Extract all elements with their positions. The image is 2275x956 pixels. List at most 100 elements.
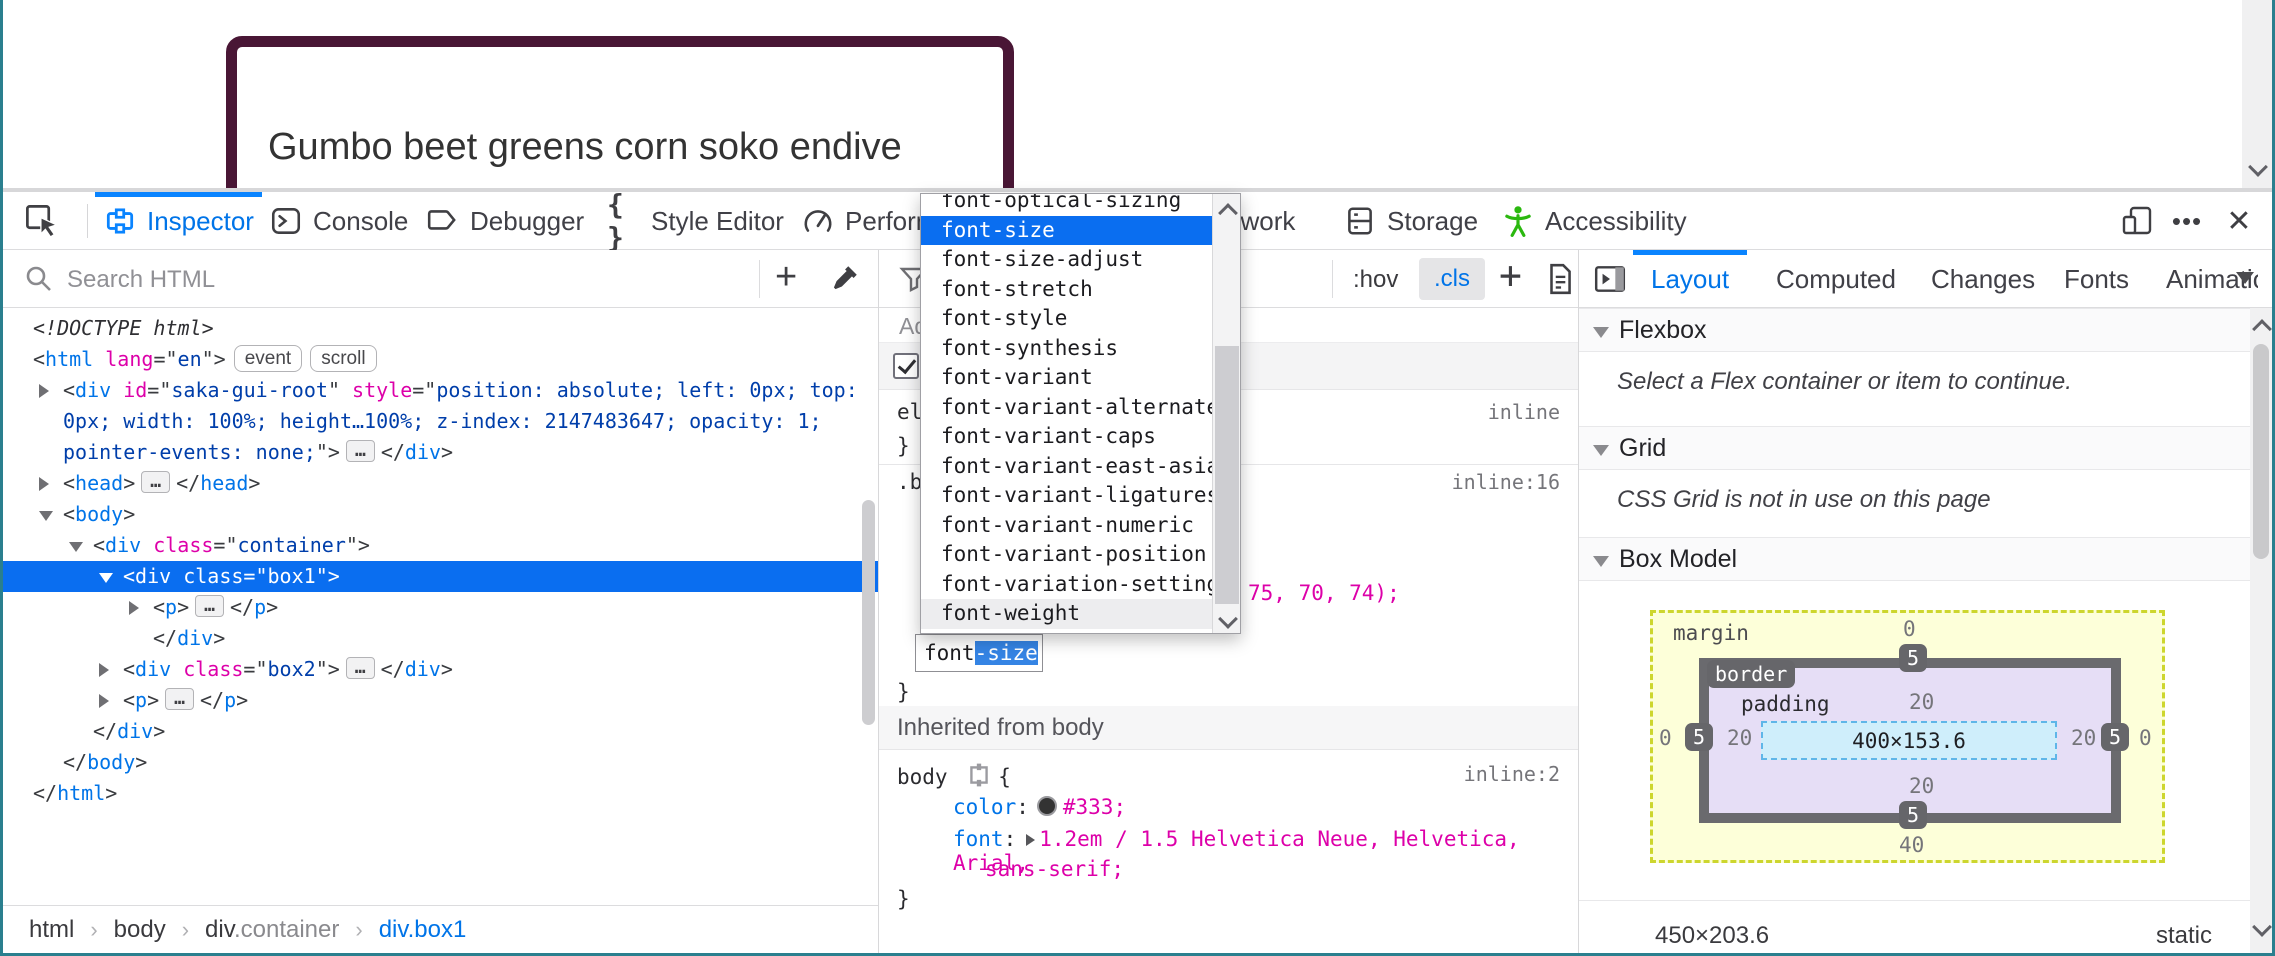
margin-left-value[interactable]: 0 [1659, 726, 1672, 750]
markup-row[interactable]: <!DOCTYPE html> [3, 313, 878, 344]
expand-arrow-icon[interactable] [39, 477, 49, 491]
tab-console[interactable]: Console [261, 192, 416, 250]
markup-row[interactable]: <html lang="en">eventscroll [3, 344, 878, 375]
autocomplete-item[interactable]: font-variant-numeric [921, 511, 1212, 541]
color-swatch[interactable] [1037, 796, 1057, 816]
markup-row[interactable]: <body> [3, 499, 878, 530]
autocomplete-item[interactable]: font-size [921, 216, 1212, 246]
tab-inspector[interactable]: Inspector [95, 192, 262, 250]
scroll-up-icon[interactable] [2252, 319, 2272, 339]
markup-row[interactable]: </html> [3, 778, 878, 809]
breadcrumb-item-body[interactable]: body [114, 916, 166, 944]
dom-badge-scroll[interactable]: scroll [310, 345, 376, 372]
box-model-content-region[interactable]: 400×153.6 [1761, 721, 2057, 760]
border-left-value[interactable]: 5 [1685, 723, 1713, 751]
breadcrumb-item-html[interactable]: html [29, 916, 74, 944]
inline-expander-button[interactable]: … [346, 657, 375, 679]
tab-changes[interactable]: Changes [1925, 250, 2041, 308]
autocomplete-item[interactable]: font-style [921, 304, 1212, 334]
select-element-icon[interactable] [966, 762, 992, 788]
add-node-button[interactable]: + [775, 258, 797, 296]
class-panel-button[interactable]: .cls [1419, 258, 1485, 300]
border-bottom-value[interactable]: 5 [1899, 801, 1927, 829]
markup-scrollbar-thumb[interactable] [862, 500, 875, 725]
padding-top-value[interactable]: 20 [1909, 690, 1934, 714]
tab-debugger[interactable]: Debugger [418, 192, 592, 250]
margin-bottom-value[interactable]: 40 [1899, 833, 1924, 857]
expand-arrow-icon[interactable] [99, 663, 109, 677]
autocomplete-item[interactable]: font-optical-sizing [921, 193, 1212, 216]
meatball-menu-button[interactable]: ••• [2165, 202, 2209, 240]
scrollbar-thumb[interactable] [2253, 344, 2269, 559]
rule-source-link[interactable]: inline [1488, 400, 1560, 424]
markup-row[interactable]: <div class="box1"> [3, 561, 878, 592]
rule-source-link[interactable]: inline:2 [1464, 762, 1560, 786]
tab-storage[interactable]: Storage [1335, 192, 1486, 250]
autocomplete-item[interactable]: font-variant-east-asian [921, 452, 1212, 482]
scroll-down-icon[interactable] [2252, 917, 2272, 937]
all-tabs-dropdown-icon[interactable] [2236, 272, 2254, 284]
pseudo-class-button[interactable]: :hov [1345, 262, 1406, 298]
expand-arrow-icon[interactable] [129, 601, 139, 615]
add-rule-button[interactable]: + [1499, 256, 1522, 294]
eyedropper-icon[interactable] [827, 262, 861, 296]
flexbox-section-header[interactable]: Flexbox [1579, 308, 2272, 352]
scrollbar-thumb[interactable] [1215, 346, 1239, 604]
expand-value-icon[interactable] [1026, 834, 1035, 846]
sidebar-toggle-icon[interactable] [1592, 262, 1628, 296]
autocomplete-item[interactable]: font-variant-alternates [921, 393, 1212, 423]
property-name-editor[interactable]: font-size [915, 634, 1043, 672]
autocomplete-scrollbar[interactable] [1212, 194, 1240, 633]
autocomplete-item[interactable]: font-size-adjust [921, 245, 1212, 275]
markup-row[interactable]: <div class="box2">…</div> [3, 654, 878, 685]
inline-expander-button[interactable]: … [141, 471, 170, 493]
breadcrumb-item-div.box1[interactable]: div.box1 [379, 916, 467, 944]
class-checkbox[interactable] [893, 353, 919, 379]
close-devtools-button[interactable]: ✕ [2217, 202, 2261, 240]
body-color-declaration[interactable]: color:#333; [953, 795, 1126, 819]
autocomplete-item[interactable]: font-variant-position [921, 540, 1212, 570]
autocomplete-item[interactable]: font-variant [921, 363, 1212, 393]
scroll-down-icon[interactable] [1218, 609, 1238, 629]
markup-row[interactable]: <head>…</head> [3, 468, 878, 499]
boxmodel-section-header[interactable]: Box Model [1579, 537, 2272, 581]
breadcrumb-item-div.container[interactable]: div.container [205, 916, 339, 944]
expand-arrow-icon[interactable] [39, 384, 49, 398]
padding-right-value[interactable]: 20 [2071, 726, 2096, 750]
autocomplete-item[interactable]: font-variation-settings [921, 570, 1212, 600]
border-top-value[interactable]: 5 [1899, 644, 1927, 672]
markup-row[interactable]: </div> [3, 623, 878, 654]
page-scrollbar[interactable] [2242, 0, 2272, 188]
inline-expander-button[interactable]: … [195, 595, 224, 617]
markup-row[interactable]: <p>…</p> [3, 685, 878, 716]
box-model-margin-region[interactable]: margin 0 40 0 0 border 5 5 5 5 padding 2… [1650, 610, 2165, 863]
tab-layout[interactable]: Layout [1645, 250, 1735, 308]
search-html-input[interactable] [65, 260, 709, 300]
responsive-design-mode-button[interactable] [2115, 202, 2159, 240]
autocomplete-item[interactable]: font-variant-ligatures [921, 481, 1212, 511]
collapse-arrow-icon[interactable] [99, 573, 113, 583]
border-right-value[interactable]: 5 [2101, 723, 2129, 751]
inline-expander-button[interactable]: … [165, 688, 194, 710]
pick-element-button[interactable] [15, 199, 69, 243]
margin-top-value[interactable]: 0 [1903, 617, 1916, 641]
tab-computed[interactable]: Computed [1770, 250, 1902, 308]
collapse-arrow-icon[interactable] [69, 542, 83, 552]
scroll-down-icon[interactable] [2248, 157, 2268, 177]
markup-row[interactable]: <div class="container"> [3, 530, 878, 561]
scroll-up-icon[interactable] [1218, 203, 1238, 223]
padding-bottom-value[interactable]: 20 [1909, 774, 1934, 798]
autocomplete-item[interactable]: font-variant-caps [921, 422, 1212, 452]
markup-row[interactable]: <div id="saka-gui-root" style="position:… [3, 375, 878, 468]
tab-style-editor[interactable]: { }Style Editor [599, 192, 792, 250]
body-rule-selector[interactable]: body { [897, 762, 1011, 789]
rule-source-link[interactable]: inline:16 [1452, 470, 1560, 494]
padding-left-value[interactable]: 20 [1727, 726, 1752, 750]
grid-section-header[interactable]: Grid [1579, 426, 2272, 470]
markup-row[interactable]: <p>…</p> [3, 592, 878, 623]
markup-row[interactable]: </body> [3, 747, 878, 778]
dom-badge-event[interactable]: event [234, 345, 302, 372]
tab-fonts[interactable]: Fonts [2058, 250, 2135, 308]
autocomplete-item[interactable]: font-synthesis [921, 334, 1212, 364]
collapse-arrow-icon[interactable] [39, 511, 53, 521]
